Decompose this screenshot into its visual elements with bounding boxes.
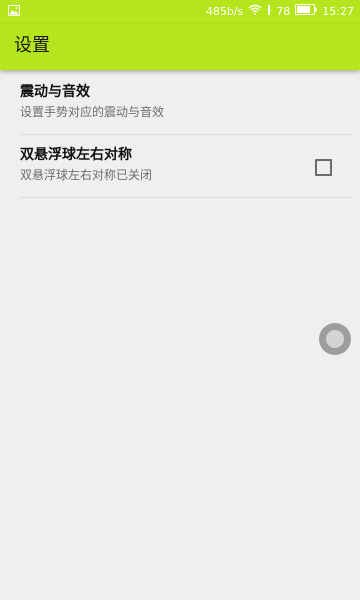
- wifi-icon: [248, 0, 262, 24]
- floating-ball-icon[interactable]: [319, 323, 351, 355]
- settings-item-title: 双悬浮球左右对称: [20, 147, 132, 163]
- settings-list: 震动与音效 设置手势对应的震动与音效 双悬浮球左右对称 双悬浮球左右对称已关闭: [20, 72, 352, 198]
- image-notification-icon: [8, 5, 20, 16]
- battery-icon: [295, 0, 317, 24]
- clock: 15:27: [322, 5, 354, 18]
- settings-item-subtitle: 双悬浮球左右对称已关闭: [20, 168, 153, 182]
- settings-item-vibration-sound[interactable]: 震动与音效 设置手势对应的震动与音效: [20, 72, 352, 135]
- status-bar: 485b/s 78 15:27: [0, 0, 360, 24]
- toolbar: 设置: [0, 24, 360, 70]
- status-indicators: 485b/s 78 15:27: [206, 0, 354, 24]
- settings-item-dual-ball-symmetry[interactable]: 双悬浮球左右对称 双悬浮球左右对称已关闭: [20, 135, 352, 198]
- signal-icon: [267, 0, 271, 24]
- page-title: 设置: [14, 35, 50, 56]
- settings-item-title: 震动与音效: [20, 84, 90, 100]
- settings-item-subtitle: 设置手势对应的震动与音效: [20, 105, 165, 119]
- battery-level: 78: [276, 5, 291, 18]
- symmetry-checkbox[interactable]: [315, 159, 332, 176]
- net-speed: 485b/s: [205, 5, 244, 18]
